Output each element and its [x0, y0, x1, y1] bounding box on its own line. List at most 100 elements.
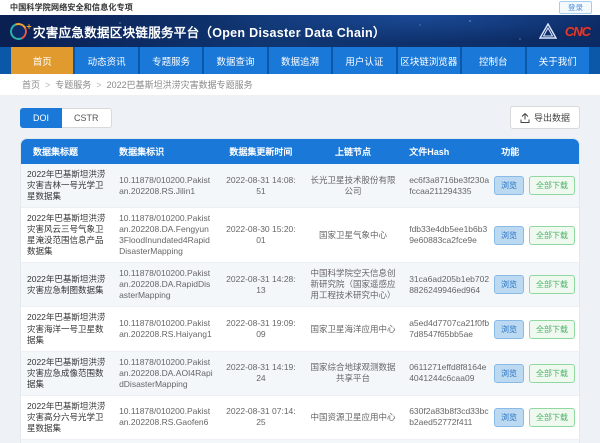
breadcrumb-link[interactable]: 2022巴基斯坦洪涝灾害数据专题服务: [107, 78, 253, 91]
dataset-update-time: 2022-08-31 19:09:09: [219, 313, 303, 345]
dataset-title: 2022年巴基斯坦洪涝灾害高分六号光学卫星数据集: [21, 396, 113, 439]
download-all-button[interactable]: 全部下载: [529, 320, 575, 339]
dataset-title: 2022年巴基斯坦洪涝灾害吉林一号光学卫星数据集: [21, 164, 113, 207]
cas-project-label: 中国科学院网络安全和信息化专项: [10, 2, 133, 13]
toolbar: DOI CSTR 导出数据: [20, 106, 580, 129]
download-all-button[interactable]: 全部下载: [529, 408, 575, 427]
download-all-button[interactable]: 全部下载: [529, 226, 575, 245]
breadcrumb-link[interactable]: 专题服务: [55, 78, 91, 91]
dataset-identifier: 10.11878/010200.Pakistan.202208.RS.Haiya…: [113, 313, 219, 345]
main-nav: 首页 动态资讯 专题服务 数据查询 数据追溯 用户认证 区块链浏览器 控制台 关…: [0, 47, 600, 74]
dataset-file-hash: ec6f3a8716be3f230afccaa211294335: [403, 170, 495, 202]
table-row: 2022年巴基斯坦洪涝灾害吉林一号光学卫星数据集 10.11878/010200…: [21, 164, 579, 208]
dataset-identifier: 10.11878/010200.Pakistan.202208.RS.Gaofe…: [113, 401, 219, 433]
row-actions: 浏览 全部下载: [495, 171, 579, 200]
download-all-button[interactable]: 全部下载: [529, 275, 575, 294]
tab-cstr[interactable]: CSTR: [62, 108, 112, 128]
dataset-file-hash: 630f2a83b8f3cd33bcb2aed52772f411: [403, 401, 495, 433]
export-icon: [520, 113, 530, 123]
top-strip: 中国科学院网络安全和信息化专项 登录: [0, 0, 600, 15]
breadcrumb-separator: >: [96, 80, 101, 90]
brand: 灾害应急数据区块链服务平台（Open Disaster Data Chain）: [10, 22, 386, 41]
tab-doi[interactable]: DOI: [20, 108, 62, 128]
dataset-update-time: 2022-08-31 14:08:51: [219, 170, 303, 202]
identifier-tab-group: DOI CSTR: [20, 108, 112, 128]
dataset-node: 中国科学院空天信息创新研究院（国家遥感应用工程技术研究中心）: [303, 263, 403, 306]
browse-button[interactable]: 浏览: [494, 226, 524, 245]
dataset-identifier: 10.11878/010200.Pakistan.202208.DA.Rapid…: [113, 263, 219, 306]
table-row: 2022年巴基斯坦洪涝灾害应急制图数据集 10.11878/010200.Pak…: [21, 263, 579, 307]
dataset-file-hash: 0611271effd8f8164e4041244c6caa09: [403, 357, 495, 389]
export-label: 导出数据: [534, 111, 570, 124]
platform-logo-icon: [8, 20, 30, 42]
nav-item[interactable]: 首页: [11, 47, 73, 74]
breadcrumb-item: 2022巴基斯坦洪涝灾害数据专题服务 >: [107, 78, 253, 91]
breadcrumb-separator: >: [45, 80, 50, 90]
dataset-node: 国家综合地球观测数据共享平台: [303, 357, 403, 389]
dataset-update-time: 2022-08-30 15:20:01: [219, 219, 303, 251]
col-title: 数据集标题: [21, 145, 113, 158]
dataset-title: 2022年巴基斯坦洪涝灾害应急制图数据集: [21, 269, 113, 301]
col-identifier: 数据集标识: [113, 145, 219, 158]
table-row: 2022年巴基斯坦洪涝灾害海洋一号卫星数据集 10.11878/010200.P…: [21, 307, 579, 351]
row-actions: 浏览 全部下载: [495, 403, 579, 432]
row-actions: 浏览 全部下载: [495, 270, 579, 299]
dataset-node: 国家卫星海洋应用中心: [303, 319, 403, 340]
nav-item[interactable]: 用户认证: [333, 47, 395, 74]
masthead: 灾害应急数据区块链服务平台（Open Disaster Data Chain） …: [0, 15, 600, 47]
table-header-row: 数据集标题 数据集标识 数据集更新时间 上链节点 文件Hash 功能: [21, 139, 579, 164]
dataset-identifier: 10.11878/010200.Pakistan.202208.RS.Jilin…: [113, 170, 219, 202]
dataset-node: 国家卫星气象中心: [303, 225, 403, 246]
browse-button[interactable]: 浏览: [494, 320, 524, 339]
nav-item[interactable]: 数据查询: [204, 47, 266, 74]
nav-item[interactable]: 关于我们: [527, 47, 589, 74]
browse-button[interactable]: 浏览: [494, 275, 524, 294]
dataset-identifier: 10.11878/010200.Pakistan.202208.DA.AOI4R…: [113, 352, 219, 395]
nav-item[interactable]: 区块链浏览器: [398, 47, 460, 74]
breadcrumb-item: 专题服务 >: [55, 78, 106, 91]
dataset-update-time: 2022-08-31 14:19:24: [219, 357, 303, 389]
nav-item[interactable]: 专题服务: [140, 47, 202, 74]
table-body: 2022年巴基斯坦洪涝灾害吉林一号光学卫星数据集 10.11878/010200…: [21, 164, 579, 443]
export-data-button[interactable]: 导出数据: [510, 106, 580, 129]
dataset-title: 2022年巴基斯坦洪涝灾害应急成像范围数据集: [21, 352, 113, 395]
partner-logos: CNC: [539, 23, 590, 39]
dataset-update-time: 2022-08-31 14:28:13: [219, 269, 303, 301]
dataset-file-hash: fdb33e4db5ee1b6b39e60883ca2fce9e: [403, 219, 495, 251]
dataset-title: 2022年巴基斯坦洪涝灾害风云三号气象卫星淹没范围信息产品数据集: [21, 208, 113, 262]
nav-item[interactable]: 数据追溯: [269, 47, 331, 74]
table-row: 2022年巴基斯坦洪涝灾害风云三号气象卫星淹没范围信息产品数据集 10.1187…: [21, 208, 579, 263]
table-row: 2022年巴基斯坦洪涝灾害应急成像范围数据集 10.11878/010200.P…: [21, 352, 579, 396]
col-update-time: 数据集更新时间: [219, 145, 303, 158]
col-actions: 功能: [495, 145, 579, 158]
col-node: 上链节点: [303, 145, 403, 158]
content: DOI CSTR 导出数据 数据集标题 数据集标识 数据集更新时间 上链节点 文…: [0, 96, 600, 443]
nav-item[interactable]: 控制台: [462, 47, 524, 74]
download-all-button[interactable]: 全部下载: [529, 364, 575, 383]
platform-title: 灾害应急数据区块链服务平台（Open Disaster Data Chain）: [33, 22, 386, 41]
dataset-table: 数据集标题 数据集标识 数据集更新时间 上链节点 文件Hash 功能 2022年…: [20, 138, 580, 443]
col-file-hash: 文件Hash: [403, 145, 495, 158]
triangle-logo-icon: [539, 23, 557, 39]
breadcrumb: 首页 > 专题服务 > 2022巴基斯坦洪涝灾害数据专题服务 >: [0, 74, 600, 96]
browse-button[interactable]: 浏览: [494, 176, 524, 195]
download-all-button[interactable]: 全部下载: [529, 176, 575, 195]
row-actions: 浏览 全部下载: [495, 315, 579, 344]
login-button[interactable]: 登录: [559, 1, 592, 14]
browse-button[interactable]: 浏览: [494, 408, 524, 427]
dataset-file-hash: a5ed4d7707ca21f0fb7d8547f65bb5ae: [403, 313, 495, 345]
breadcrumb-item: 首页 >: [22, 78, 55, 91]
dataset-node: 长光卫星技术股份有限公司: [303, 170, 403, 202]
table-row: 2022年巴基斯坦洪涝灾害高分六号光学卫星数据集 10.11878/010200…: [21, 396, 579, 440]
row-actions: 浏览 全部下载: [495, 359, 579, 388]
breadcrumb-link[interactable]: 首页: [22, 78, 40, 91]
cnc-logo-icon: CNC: [565, 24, 590, 39]
row-actions: 浏览 全部下载: [495, 221, 579, 250]
dataset-file-hash: 31ca6ad205b1eb7028826249946ed964: [403, 269, 495, 301]
nav-item[interactable]: 动态资讯: [75, 47, 137, 74]
dataset-identifier: 10.11878/010200.Pakistan.202208.DA.Fengy…: [113, 208, 219, 262]
browse-button[interactable]: 浏览: [494, 364, 524, 383]
dataset-update-time: 2022-08-31 07:14:25: [219, 401, 303, 433]
dataset-title: 2022年巴基斯坦洪涝灾害海洋一号卫星数据集: [21, 307, 113, 350]
dataset-node: 中国资源卫星应用中心: [303, 407, 403, 428]
